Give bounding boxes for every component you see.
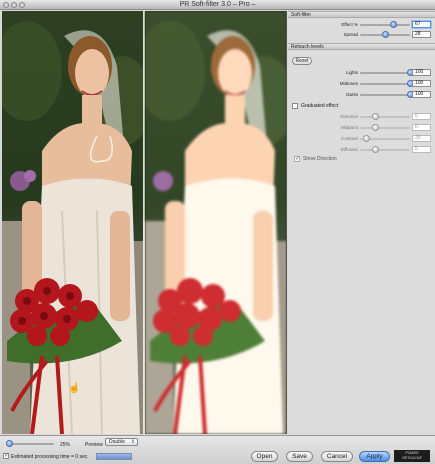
apply-button[interactable]: Apply [359,451,390,462]
darks-slider[interactable] [360,94,410,96]
midpoint-value[interactable]: 0 [412,124,431,131]
bottom-bar: 25% Preview Double ⇕ ✓ Estimated process… [0,435,435,464]
cancel-button[interactable]: Cancel [321,451,353,462]
processing-progress-bar [96,453,132,460]
original-photo [2,11,144,434]
show-direction-label: Show Direction [303,156,337,162]
preview-label: Preview [85,442,103,448]
spread-slider-knob[interactable] [381,31,389,38]
power-retouche-logo: POWER RETOUCHE [394,450,430,462]
midtones-slider[interactable] [360,83,410,85]
save-button[interactable]: Save [286,451,313,462]
diffusion-value[interactable]: 5 [412,146,431,153]
darks-label: Darks [346,92,358,97]
direction-label: Direction [340,114,358,119]
contrast-label: Contrast [340,136,358,141]
zoom-slider-knob[interactable] [6,440,13,447]
contrast-slider-knob[interactable] [362,135,370,142]
diffusion-slider-knob[interactable] [371,146,379,153]
direction-value[interactable]: 0 [412,113,431,120]
zoom-level: 25% [60,442,71,448]
direction-slider[interactable] [360,116,410,118]
progress-fill [97,454,131,459]
midpoint-slider-knob[interactable] [371,124,379,131]
effect-slider-knob[interactable] [390,21,397,28]
contrast-value[interactable]: 25 [412,135,431,142]
zoom-slider[interactable] [6,443,54,445]
effect-slider[interactable] [360,24,410,26]
graduated-effect-label: Graduated effect [301,103,339,109]
midpoint-slider[interactable] [360,127,410,129]
estimate-checkbox[interactable]: ✓ [3,453,9,459]
preview-mode-select[interactable]: Double ⇕ [105,438,138,446]
checkmark-icon: ✓ [295,156,301,162]
filtered-photo [145,11,286,434]
preview-area[interactable]: ☝ [2,11,287,434]
midtones-value[interactable]: 100 [412,80,431,87]
preview-mode-value: Double [109,439,125,445]
lights-label: Lights [345,70,358,75]
reset-button[interactable]: Reset [292,57,312,65]
logo-line-2: RETOUCHE [402,455,422,460]
open-button[interactable]: Open [251,451,278,462]
checkmark-icon: ✓ [4,453,10,459]
spread-label: Spread [343,32,358,37]
midpoint-label: Midpoint [340,125,358,130]
midtones-label: Midtones [339,81,358,86]
chevron-updown-icon: ⇕ [130,439,135,445]
diffusion-slider[interactable] [360,149,410,151]
spread-value[interactable]: 28 [412,31,431,38]
effect-label: Effect % [341,22,358,27]
window-title: PR Soft-filter 3.0 – Pro – [179,1,256,8]
hand-cursor-icon: ☝ [68,383,81,394]
show-direction-checkbox[interactable]: ✓ [294,156,300,162]
title-bar: PR Soft-filter 3.0 – Pro – [0,0,435,10]
graduated-effect-checkbox[interactable] [292,103,298,109]
lights-slider[interactable] [360,72,410,74]
lights-value[interactable]: 100 [412,69,431,76]
retouch-levels-heading: Retouch levels [288,43,435,50]
diffusion-label: Diffusion [340,147,358,152]
darks-value[interactable]: 100 [412,91,431,98]
soft-filter-heading: Soft-filter [288,11,435,18]
estimated-time-label: Estimated processing time = 0 sec. [11,454,89,460]
effect-value[interactable]: 67 [412,21,431,28]
direction-slider-knob[interactable] [371,113,379,120]
settings-panel: Soft-filter Effect % 67 Spread 28 Retouc… [288,11,435,434]
